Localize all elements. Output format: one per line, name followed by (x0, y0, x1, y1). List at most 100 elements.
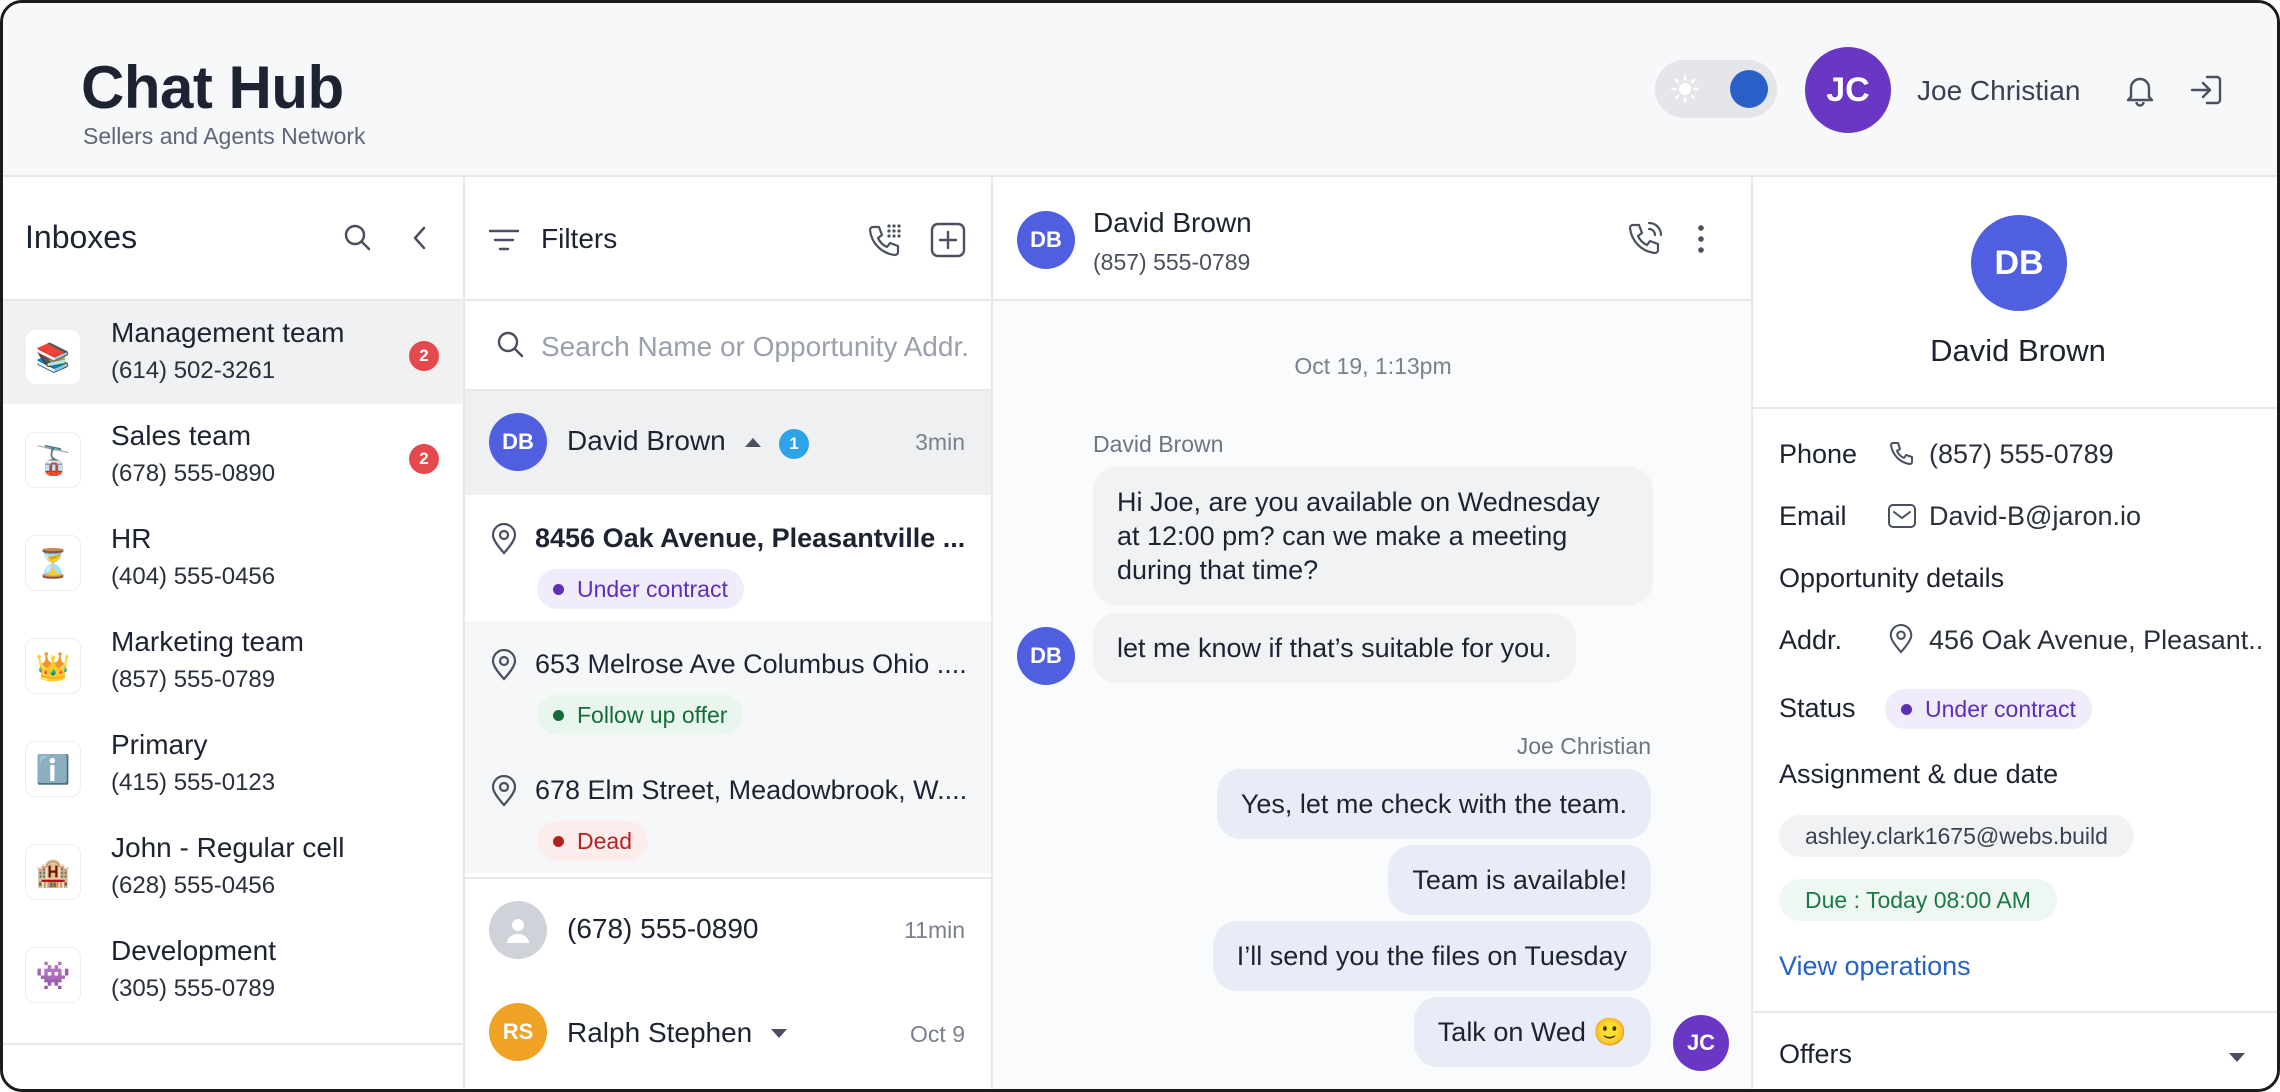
inbox-name: Management team (111, 317, 345, 348)
conversation-name: (678) 555-0890 (567, 913, 759, 944)
app-subtitle: Sellers and Agents Network (83, 123, 366, 149)
inboxes-header: Inboxes (3, 177, 463, 301)
contact-phone: (857) 555-0789 (1093, 249, 1251, 275)
phone-label: Phone (1779, 439, 1858, 469)
view-operations-link[interactable]: View operations (1779, 951, 1971, 982)
search-icon[interactable] (341, 221, 375, 255)
unread-badge: 2 (409, 444, 439, 474)
new-conversation-icon[interactable] (929, 221, 967, 259)
inbox-item-marketing-team[interactable]: 👑 Marketing team (857) 555-0789 (3, 610, 463, 713)
status-label: Status (1779, 693, 1856, 723)
location-pin-icon (491, 523, 517, 555)
opportunity-item[interactable]: 653 Melrose Ave Columbus Ohio .... Follo… (465, 621, 991, 747)
caret-down-icon[interactable] (769, 1027, 789, 1041)
theme-toggle[interactable] (1655, 60, 1777, 118)
offers-section[interactable]: Offers (1753, 1011, 2277, 1089)
chevron-left-icon[interactable] (403, 221, 437, 255)
my-avatar: JC (1673, 1015, 1729, 1071)
unread-badge: 2 (409, 341, 439, 371)
inbox-item-management-team[interactable]: 📚 Management team (614) 502-3261 2 (3, 301, 463, 404)
inbox-name: HR (111, 523, 152, 554)
status-badge: Follow up offer (537, 695, 744, 735)
filters-button[interactable]: Filters (541, 223, 617, 255)
conversation-row-ralph-stephen[interactable]: RS Ralph Stephen Oct 9 (465, 981, 991, 1085)
opportunity-address: 653 Melrose Ave Columbus Ohio .... (535, 649, 967, 679)
inboxes-panel: Inboxes 📚 Management team (614) 502-3261… (3, 177, 465, 1089)
contact-summary: DB David Brown (1753, 177, 2277, 409)
conversation-time: 3min (915, 429, 965, 455)
opportunity-address: 678 Elm Street, Meadowbrook, W.... (535, 775, 968, 805)
inbox-phone: (614) 502-3261 (111, 357, 276, 384)
user-name[interactable]: Joe Christian (1917, 75, 2080, 107)
contact-name: David Brown (1930, 333, 2106, 368)
message-outgoing: Team is available! (1388, 845, 1651, 915)
hourglass-icon: ⏳ (25, 535, 81, 591)
opportunity-address: 8456 Oak Avenue, Pleasantville ... (535, 523, 966, 553)
due-date-chip[interactable]: Due : Today 08:00 AM (1779, 879, 2057, 921)
email-value[interactable]: David-B@jaron.io (1929, 501, 2141, 532)
bell-icon[interactable] (2121, 71, 2159, 109)
caret-up-icon[interactable] (743, 435, 763, 449)
inbox-name: John - Regular cell (111, 832, 345, 863)
conversation-time: 11min (904, 917, 965, 943)
chat-header: DB David Brown (857) 555-0789 (993, 177, 1751, 301)
opportunity-item[interactable]: 678 Elm Street, Meadowbrook, W.... Dead (465, 747, 991, 873)
phone-dialpad-icon[interactable] (865, 221, 905, 261)
assignee-chip[interactable]: ashley.clark1675@webs.build (1779, 815, 2134, 857)
app-window: Chat Hub Sellers and Agents Network JC J… (0, 0, 2280, 1092)
opportunity-details-heading: Opportunity details (1779, 563, 2005, 593)
conversations-panel: Filters Search Name or Opportunity Addr.… (465, 177, 993, 1089)
inbox-phone: (628) 555-0456 (111, 872, 276, 899)
chat-panel: DB David Brown (857) 555-0789 Oct 19, 1:… (993, 177, 1753, 1089)
divider (3, 1043, 463, 1045)
location-pin-icon (491, 649, 517, 681)
message-outgoing: I’ll send you the files on Tuesday (1212, 921, 1651, 991)
location-pin-icon (1889, 624, 1913, 654)
crown-icon: 👑 (25, 638, 81, 694)
status-badge[interactable]: Under contract (1885, 689, 2092, 729)
conversation-row-david-brown[interactable]: DB David Brown 1 3min (465, 391, 991, 495)
inbox-item-john-regular-cell[interactable]: 🏨 John - Regular cell (628) 555-0456 (3, 816, 463, 919)
opportunity-item[interactable]: 8456 Oak Avenue, Pleasantville ... Under… (465, 495, 991, 621)
sender-avatar: DB (1017, 627, 1075, 685)
contact-avatar[interactable]: DB (1017, 211, 1075, 269)
alien-monster-icon: 👾 (25, 947, 81, 1003)
unread-badge: 1 (779, 429, 809, 459)
offers-label: Offers (1779, 1039, 1853, 1069)
conversations-header: Filters (465, 177, 991, 301)
inbox-item-hr[interactable]: ⏳ HR (404) 555-0456 (3, 507, 463, 610)
more-vertical-icon[interactable] (1693, 221, 1709, 257)
phone-call-icon[interactable] (1625, 219, 1665, 259)
books-icon: 📚 (25, 329, 81, 385)
phone-value[interactable]: (857) 555-0789 (1929, 439, 2114, 470)
conversation-row-unknown[interactable]: (678) 555-0890 11min (465, 877, 991, 981)
conversation-search[interactable]: Search Name or Opportunity Addr. (465, 301, 991, 391)
status-badge: Under contract (537, 569, 744, 609)
caret-down-icon[interactable] (2227, 1051, 2247, 1065)
address-label: Addr. (1779, 625, 1843, 655)
top-header: Chat Hub Sellers and Agents Network JC J… (3, 3, 2277, 177)
logout-icon[interactable] (2187, 71, 2225, 109)
avatar: RS (489, 1003, 547, 1061)
avatar (489, 901, 547, 959)
inbox-phone: (678) 555-0890 (111, 460, 276, 487)
person-icon (507, 919, 529, 943)
email-label: Email (1779, 501, 1847, 531)
message-outgoing: Talk on Wed 🙂 (1413, 997, 1651, 1067)
sender-name: David Brown (1093, 431, 1224, 457)
message-incoming: let me know if that’s suitable for you. (1093, 613, 1576, 683)
inbox-item-primary[interactable]: ℹ️ Primary (415) 555-0123 (3, 713, 463, 816)
message-incoming: Hi Joe, are you available on Wednesday a… (1093, 467, 1653, 605)
contact-avatar: DB (1971, 215, 2067, 311)
inboxes-title: Inboxes (25, 219, 138, 255)
inbox-item-sales-team[interactable]: 🚡 Sales team (678) 555-0890 2 (3, 404, 463, 507)
filter-icon[interactable] (487, 223, 521, 257)
contact-name: David Brown (1093, 207, 1252, 238)
search-input[interactable]: Search Name or Opportunity Addr. (541, 331, 969, 363)
cable-car-icon: 🚡 (25, 432, 81, 488)
phone-icon (1890, 442, 1913, 465)
sender-name: Joe Christian (1516, 733, 1651, 759)
inbox-item-development[interactable]: 👾 Development (305) 555-0789 (3, 919, 463, 1022)
user-avatar[interactable]: JC (1805, 47, 1891, 133)
contact-details-panel: DB David Brown Phone (857) 555-0789 Emai… (1753, 177, 2277, 1089)
